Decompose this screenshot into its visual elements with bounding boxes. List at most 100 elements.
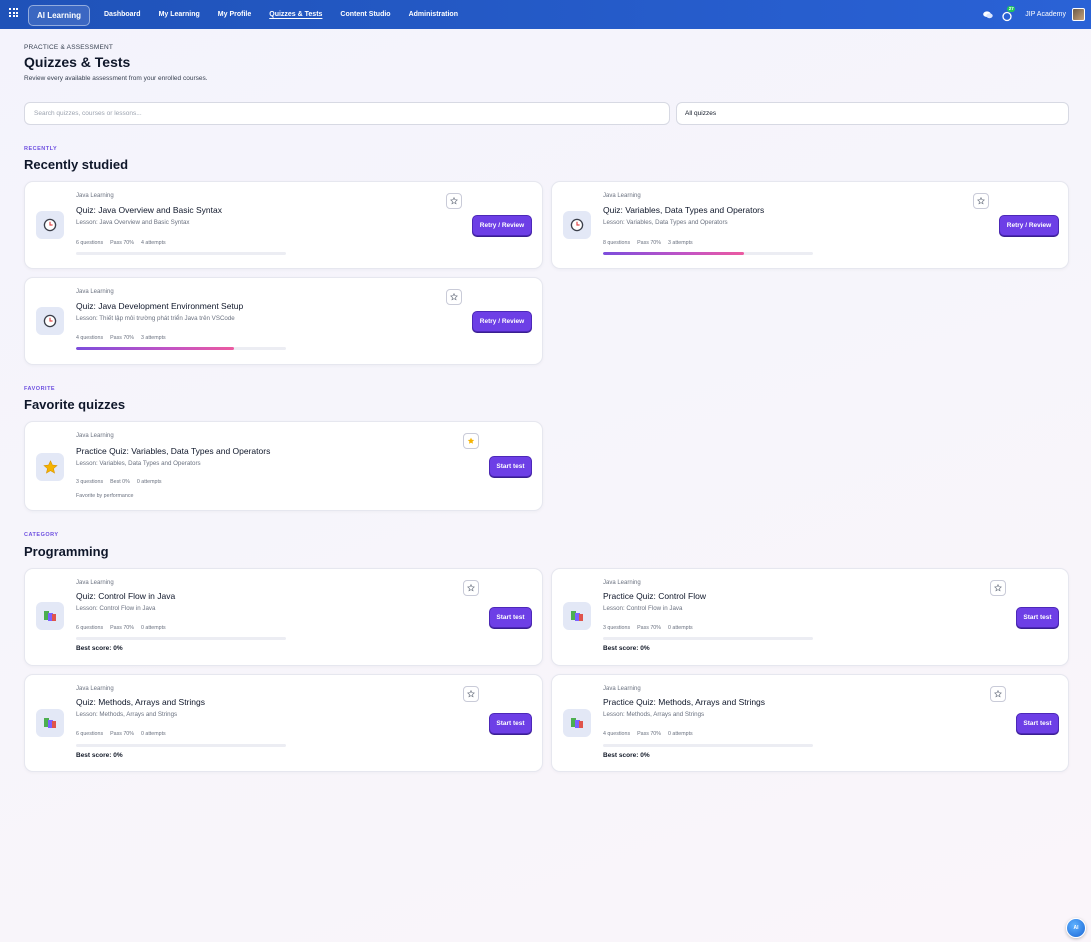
- quiz-card[interactable]: Java Learning Quiz: Control Flow in Java…: [24, 568, 543, 666]
- favorite-title: Favorite quizzes: [24, 397, 126, 412]
- progress-bar: [76, 252, 286, 255]
- quiz-card[interactable]: Java Learning Practice Quiz: Control Flo…: [551, 568, 1069, 666]
- start-test-button[interactable]: Start test: [489, 713, 532, 734]
- retry-review-button[interactable]: Retry / Review: [472, 215, 532, 236]
- attempt-count: 0 attempts: [140, 731, 166, 737]
- attempt-count: 0 attempts: [667, 731, 693, 737]
- books-icon: [36, 602, 64, 630]
- apps-grid-icon[interactable]: [9, 8, 18, 17]
- progress-bar: [76, 637, 286, 640]
- quiz-card[interactable]: Java Learning Quiz: Java Development Env…: [24, 277, 543, 365]
- star-outline-icon: [994, 584, 1002, 592]
- quiz-meta: 3 questions Best 0% 0 attempts: [76, 479, 169, 485]
- recent-eyebrow: RECENTLY: [24, 146, 58, 152]
- quiz-meta: 4 questions Pass 70% 0 attempts: [603, 731, 700, 737]
- nav-dashboard[interactable]: Dashboard: [104, 11, 141, 18]
- favorite-toggle-button[interactable]: [973, 193, 989, 209]
- chat-icon[interactable]: [983, 10, 993, 19]
- search-input[interactable]: [24, 102, 670, 125]
- quiz-card[interactable]: Java Learning Quiz: Variables, Data Type…: [551, 181, 1069, 269]
- favorite-toggle-button[interactable]: [446, 289, 462, 305]
- course-name: Java Learning: [76, 289, 114, 295]
- progress-bar: [603, 637, 813, 640]
- page-subtitle: Review every available assessment from y…: [24, 75, 208, 82]
- clock-icon: [36, 307, 64, 335]
- retry-review-button[interactable]: Retry / Review: [999, 215, 1059, 236]
- best-score: Best score: 0%: [603, 752, 650, 759]
- nav-my-learning[interactable]: My Learning: [159, 11, 200, 18]
- start-test-button[interactable]: Start test: [489, 607, 532, 628]
- quiz-meta: 6 questions Pass 70% 0 attempts: [76, 625, 173, 631]
- attempt-count: 3 attempts: [140, 335, 166, 341]
- retry-review-button[interactable]: Retry / Review: [472, 311, 532, 332]
- favorite-toggle-button[interactable]: [446, 193, 462, 209]
- topbar-actions: 27 JIP Academy: [983, 0, 1085, 29]
- quiz-title[interactable]: Quiz: Java Development Environment Setup: [76, 301, 243, 311]
- question-count: 6 questions: [76, 625, 104, 631]
- quiz-card[interactable]: Java Learning Quiz: Java Overview and Ba…: [24, 181, 543, 269]
- quiz-card[interactable]: Java Learning Practice Quiz: Variables, …: [24, 421, 543, 511]
- course-name: Java Learning: [76, 686, 114, 692]
- quiz-title[interactable]: Practice Quiz: Methods, Arrays and Strin…: [603, 697, 765, 707]
- progress-fill: [603, 252, 744, 255]
- nav-quizzes-tests[interactable]: Quizzes & Tests: [269, 11, 322, 18]
- course-name: Java Learning: [603, 193, 641, 199]
- quiz-filter-select[interactable]: All quizzes: [676, 102, 1069, 125]
- favorite-toggle-button[interactable]: [463, 433, 479, 449]
- star-outline-icon: [467, 690, 475, 698]
- account-name[interactable]: JIP Academy: [1025, 11, 1066, 18]
- question-count: 6 questions: [76, 731, 104, 737]
- pass-threshold: Pass 70%: [110, 625, 134, 631]
- ai-assistant-icon[interactable]: AI: [1066, 918, 1086, 938]
- avatar[interactable]: [1072, 8, 1085, 21]
- question-count: 4 questions: [76, 335, 104, 341]
- start-test-button[interactable]: Start test: [489, 456, 532, 477]
- best-score: Best score: 0%: [603, 645, 650, 652]
- lesson-name: Lesson: Thiết lập môi trường phát triển …: [76, 315, 235, 322]
- quiz-title[interactable]: Practice Quiz: Variables, Data Types and…: [76, 446, 270, 456]
- quiz-title[interactable]: Quiz: Methods, Arrays and Strings: [76, 697, 205, 707]
- quiz-meta: 6 questions Pass 70% 4 attempts: [76, 240, 173, 246]
- favorite-toggle-button[interactable]: [990, 686, 1006, 702]
- favorite-toggle-button[interactable]: [990, 580, 1006, 596]
- pass-threshold: Pass 70%: [637, 240, 661, 246]
- progress-bar: [603, 252, 813, 255]
- top-navigation-bar: AI Learning Dashboard My Learning My Pro…: [0, 0, 1091, 29]
- books-icon: [563, 709, 591, 737]
- attempt-count: 0 attempts: [667, 625, 693, 631]
- lesson-name: Lesson: Variables, Data Types and Operat…: [76, 460, 201, 467]
- brand-logo[interactable]: AI Learning: [28, 5, 90, 26]
- attempt-count: 0 attempts: [140, 625, 166, 631]
- nav-content-studio[interactable]: Content Studio: [340, 11, 390, 18]
- pass-threshold: Pass 70%: [110, 731, 134, 737]
- question-count: 6 questions: [76, 240, 104, 246]
- course-name: Java Learning: [603, 580, 641, 586]
- nav-administration[interactable]: Administration: [409, 11, 458, 18]
- star-outline-icon: [450, 197, 458, 205]
- course-name: Java Learning: [603, 686, 641, 692]
- lesson-name: Lesson: Control Flow in Java: [603, 605, 683, 612]
- start-test-button[interactable]: Start test: [1016, 607, 1059, 628]
- favorite-toggle-button[interactable]: [463, 686, 479, 702]
- favorite-toggle-button[interactable]: [463, 580, 479, 596]
- quiz-title[interactable]: Quiz: Java Overview and Basic Syntax: [76, 205, 222, 215]
- pass-threshold: Pass 70%: [637, 731, 661, 737]
- course-name: Java Learning: [76, 193, 114, 199]
- quiz-card[interactable]: Java Learning Practice Quiz: Methods, Ar…: [551, 674, 1069, 772]
- recent-title: Recently studied: [24, 157, 129, 172]
- star-outline-icon: [467, 584, 475, 592]
- quiz-meta: 8 questions Pass 70% 3 attempts: [603, 240, 700, 246]
- question-count: 3 questions: [603, 625, 631, 631]
- books-icon: [563, 602, 591, 630]
- quiz-title[interactable]: Quiz: Variables, Data Types and Operator…: [603, 205, 764, 215]
- attempt-count: 4 attempts: [140, 240, 166, 246]
- lesson-name: Lesson: Methods, Arrays and Strings: [76, 711, 178, 718]
- start-test-button[interactable]: Start test: [1016, 713, 1059, 734]
- quiz-card[interactable]: Java Learning Quiz: Methods, Arrays and …: [24, 674, 543, 772]
- quiz-title[interactable]: Practice Quiz: Control Flow: [603, 591, 706, 601]
- notifications-button[interactable]: 27: [1001, 5, 1016, 21]
- nav-my-profile[interactable]: My Profile: [218, 11, 251, 18]
- quiz-title[interactable]: Quiz: Control Flow in Java: [76, 591, 175, 601]
- page-eyebrow: PRACTICE & ASSESSMENT: [24, 44, 114, 51]
- favorite-reason: Favorite by performance: [76, 493, 134, 499]
